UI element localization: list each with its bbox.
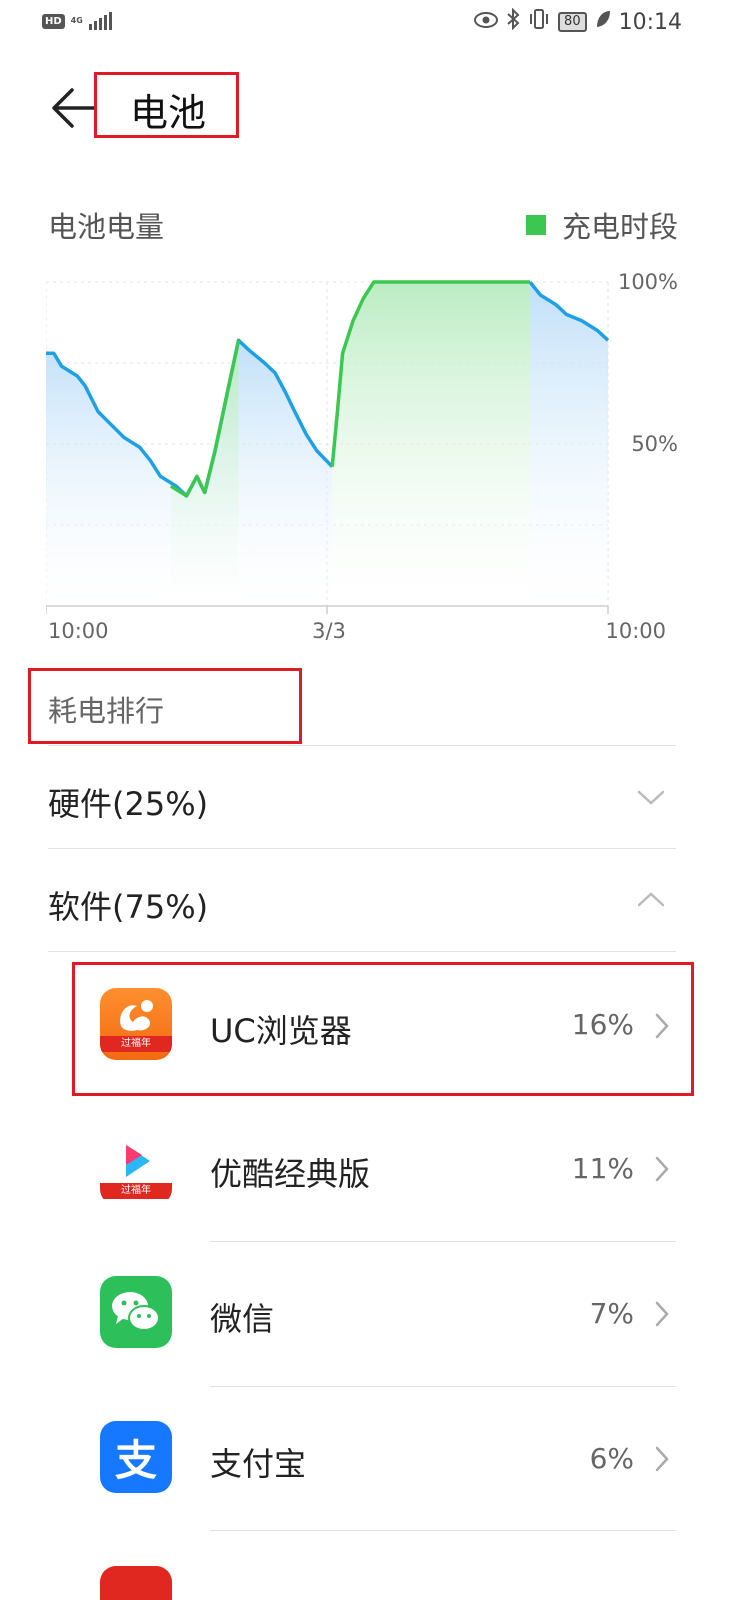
y-tick-label: 50% [631, 432, 678, 456]
status-left: HD 4G [42, 12, 112, 30]
x-tick-label: 10:00 [605, 619, 666, 640]
chart-legend: 充电时段 [525, 204, 678, 246]
app-name: 优酷经典版 [210, 1155, 371, 1193]
app-name: 微信 [210, 1300, 275, 1338]
divider [210, 1530, 676, 1531]
y-tick-label: 100% [618, 270, 678, 294]
software-label: 软件(75%) [48, 888, 209, 926]
wechat-icon [100, 1276, 172, 1348]
chevron-right-icon [655, 1446, 669, 1472]
app-row-wechat[interactable]: 微信 7% [0, 1242, 738, 1386]
legend-label: 充电时段 [561, 210, 678, 244]
vibrate-icon [528, 8, 550, 36]
network-type: 4G [70, 16, 83, 25]
status-right: 80 10:14 [474, 7, 682, 36]
app-name: 支付宝 [210, 1445, 307, 1483]
battery-level-title: 电池电量 [48, 210, 165, 244]
next-app-icon [100, 1566, 172, 1600]
highlight-box-title [94, 72, 239, 138]
highlight-box-ranking [28, 668, 302, 744]
chevron-right-icon [655, 1301, 669, 1327]
back-button[interactable] [50, 86, 96, 130]
arrow-left-icon [52, 88, 96, 128]
software-row[interactable]: 软件(75%) [0, 849, 738, 951]
highlight-box-uc [72, 962, 694, 1096]
bluetooth-icon [506, 7, 520, 36]
chevron-right-icon [655, 1156, 669, 1182]
x-tick-label: 10:00 [48, 619, 109, 640]
hd-indicator: HD [42, 13, 65, 29]
app-percent: 7% [589, 1297, 634, 1330]
eye-comfort-icon [474, 10, 499, 35]
hardware-row[interactable]: 硬件(25%) [0, 746, 738, 848]
battery-chart: 10:00 3/3 10:00 100% 50% [46, 270, 678, 640]
alipay-icon: 支 [100, 1421, 172, 1493]
legend-swatch [525, 215, 546, 235]
app-row-alipay[interactable]: 支 支付宝 6% [0, 1387, 738, 1531]
status-time: 10:14 [618, 9, 682, 35]
battery-indicator: 80 [558, 12, 587, 32]
x-tick-label: 3/3 [312, 619, 346, 640]
status-bar: HD 4G 80 10:14 [0, 0, 738, 52]
chevron-down-icon [637, 790, 665, 805]
app-percent: 11% [571, 1152, 634, 1185]
hardware-label: 硬件(25%) [48, 785, 209, 823]
signal-icon [88, 12, 112, 30]
app-row-youku[interactable]: 过福年 优酷经典版 11% [0, 1097, 738, 1241]
youku-icon: 过福年 [100, 1133, 172, 1205]
chevron-up-icon [637, 892, 665, 907]
app-badge: 过福年 [100, 1183, 172, 1199]
leaf-icon [595, 9, 611, 35]
charging-area [332, 282, 530, 606]
app-percent: 6% [589, 1442, 634, 1475]
